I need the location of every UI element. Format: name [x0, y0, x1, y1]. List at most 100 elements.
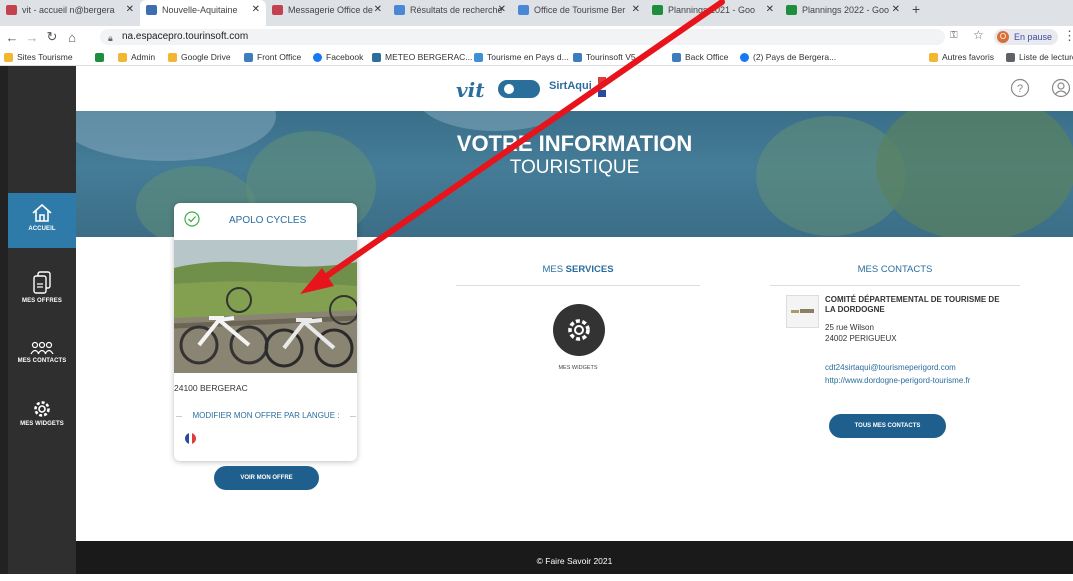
bookmark-tourinsoft[interactable]: Tourinsoft V5...: [573, 50, 643, 64]
browser-tab[interactable]: Messagerie Office de ✕: [266, 0, 388, 26]
bookmark-back-office[interactable]: Back Office: [672, 50, 728, 64]
bookmark-sites-tourisme[interactable]: Sites Tourisme: [4, 50, 73, 64]
reading-list-icon: [1006, 53, 1015, 62]
avatar: O: [997, 31, 1009, 43]
tab-label: Plannings 2021 - Goo: [668, 5, 756, 15]
close-icon[interactable]: ✕: [632, 0, 640, 20]
sidebar-item-label: ACCUEIL: [28, 226, 56, 232]
new-tab-button[interactable]: +: [912, 0, 920, 18]
bookmark-label: Google Drive: [181, 52, 231, 62]
offer-city: 24100 BERGERAC: [174, 383, 248, 393]
widgets-label: MES WIDGETS: [558, 365, 598, 371]
divider: [456, 285, 700, 286]
close-icon[interactable]: ✕: [766, 0, 774, 20]
menu-icon[interactable]: ⋮: [1063, 28, 1073, 44]
browser-tab-bar: vit - accueil n@bergera ✕ Nouvelle-Aquita…: [0, 0, 1073, 26]
bookmark-meteo[interactable]: METEO BERGERAC...: [372, 50, 472, 64]
bookmark-label: Tourinsoft V5...: [586, 52, 643, 62]
bookmark-front-office[interactable]: Front Office: [244, 50, 301, 64]
gear-icon: [568, 319, 590, 341]
bookmark-label: Tourisme en Pays d...: [487, 52, 569, 62]
browser-tab-active[interactable]: Nouvelle-Aquitaine ✕: [140, 0, 266, 26]
drive-icon: [168, 53, 177, 62]
bookmark-label: Facebook: [326, 52, 364, 62]
contact-address-line2: 24002 PERIGUEUX: [825, 334, 897, 343]
contact-name: COMITÉ DÉPARTEMENTAL DE TOURISME DE LA D…: [825, 295, 1000, 314]
profile-label: En pause: [1014, 32, 1053, 42]
address-input[interactable]: 🔒︎ na.espacepro.tourinsoft.com: [100, 29, 945, 45]
sheets-icon: [652, 5, 663, 15]
close-icon[interactable]: ✕: [498, 0, 506, 20]
browser-tab[interactable]: Plannings 2021 - Goo ✕: [646, 0, 780, 26]
sidebar-item-label: MES CONTACTS: [17, 358, 67, 364]
star-icon[interactable]: ☆: [973, 28, 984, 42]
bookmark-tourisme[interactable]: Tourisme en Pays d...: [474, 50, 569, 64]
folder-icon: [4, 53, 13, 62]
bookmark-label: Front Office: [257, 52, 302, 62]
browser-tab[interactable]: Résultats de recherche ✕: [388, 0, 512, 26]
close-icon[interactable]: ✕: [374, 0, 382, 20]
close-icon[interactable]: ✕: [892, 0, 900, 20]
window-edge: [0, 66, 8, 574]
gear-icon: [34, 401, 50, 417]
bookmark-label: METEO BERGERAC...: [385, 52, 473, 62]
url-text: na.espacepro.tourinsoft.com: [122, 31, 249, 42]
tourinsoft-icon: [672, 53, 681, 62]
services-title-prefix: MES: [542, 264, 564, 275]
home-icon: [32, 203, 52, 222]
browser-tab[interactable]: Plannings 2022 - Goo ✕: [780, 0, 906, 26]
bookmark-autres-favoris[interactable]: Autres favoris: [929, 50, 994, 64]
tourinsoft-icon: [244, 53, 253, 62]
key-icon[interactable]: ⚿: [950, 30, 958, 41]
modify-by-language-label: MODIFIER MON OFFRE PAR LANGUE :: [176, 411, 356, 420]
folder-icon: [118, 53, 127, 62]
bookmark-google-drive[interactable]: Google Drive: [168, 50, 231, 64]
tous-mes-contacts-button[interactable]: TOUS MES CONTACTS: [829, 414, 946, 438]
hero-title: VOTRE INFORMATION: [456, 131, 693, 156]
voir-mon-offre-button[interactable]: VOIR MON OFFRE: [214, 466, 319, 490]
bookmark-admin[interactable]: Admin: [118, 50, 155, 64]
french-flag-icon[interactable]: [185, 433, 196, 444]
bicycles-image: [174, 240, 357, 373]
sidebar-item-mes-offres[interactable]: MES OFFRES: [8, 271, 76, 321]
offer-card[interactable]: APOLO CYCLES 24100 BERGERAC MODIFIER MON…: [174, 203, 357, 461]
sidebar-item-accueil[interactable]: ACCUEIL: [8, 193, 76, 248]
home-icon[interactable]: ⌂: [62, 30, 82, 45]
sidebar-item-mes-widgets[interactable]: MES WIDGETS: [8, 400, 76, 440]
bookmark-reading-list[interactable]: Liste de lecture: [1006, 50, 1073, 64]
tab-label: Résultats de recherche: [410, 5, 503, 15]
browser-toolbar: ← → ↻ ⌂ 🔒︎ na.espacepro.tourinsoft.com ⚿ …: [0, 26, 1073, 48]
tab-label: Plannings 2022 - Goo: [802, 5, 890, 15]
widgets-button[interactable]: [553, 304, 605, 356]
sidebar-item-mes-contacts[interactable]: MES CONTACTS: [8, 341, 76, 376]
contact-address-line1: 25 rue Wilson: [825, 323, 874, 332]
contacts-title: MES CONTACTS: [857, 264, 933, 275]
browser-tab[interactable]: vit - accueil n@bergera ✕: [0, 0, 140, 26]
bookmark-facebook[interactable]: Facebook: [313, 50, 363, 64]
facebook-icon: [313, 53, 322, 62]
bookmark-sheet[interactable]: [95, 50, 108, 64]
gmail-icon: [6, 5, 17, 15]
bookmark-label: (2) Pays de Bergera...: [753, 52, 837, 62]
help-icon[interactable]: ?: [1010, 78, 1030, 98]
back-icon[interactable]: ←: [2, 30, 22, 45]
sidebar-item-label: MES WIDGETS: [20, 421, 64, 427]
google-icon: [394, 5, 405, 15]
bookmark-label: Back Office: [685, 52, 729, 62]
check-circle-icon: [184, 211, 200, 227]
hero-subtitle: TOURISTIQUE: [509, 157, 640, 178]
bookmark-pays-bergerac[interactable]: (2) Pays de Bergera...: [740, 50, 836, 64]
tab-label: Messagerie Office de: [288, 5, 373, 15]
close-icon[interactable]: ✕: [126, 0, 134, 20]
forward-icon[interactable]: →: [22, 30, 42, 45]
contact-email-link[interactable]: cdt24sirtaqui@tourismeperigord.com: [825, 363, 956, 372]
contact-website-link[interactable]: http://www.dordogne-perigord-tourisme.fr: [825, 376, 995, 386]
profile-button[interactable]: O En pause: [994, 29, 1059, 45]
bookmarks-bar: Sites Tourisme Admin Google Drive Front …: [0, 48, 1073, 66]
reload-icon[interactable]: ↻: [42, 29, 62, 45]
close-icon[interactable]: ✕: [252, 0, 260, 20]
weather-icon: [372, 53, 381, 62]
user-icon[interactable]: [1051, 78, 1071, 98]
services-title-bold: SERVICES: [565, 264, 614, 275]
browser-tab[interactable]: Office de Tourisme Ber ✕: [512, 0, 646, 26]
